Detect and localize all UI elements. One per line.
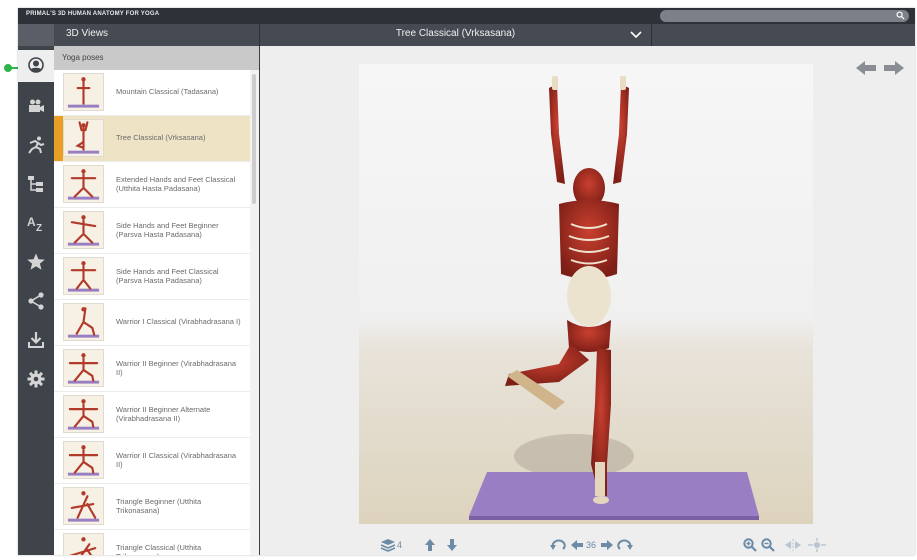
pose-thumbnail xyxy=(63,257,104,295)
yoga-mat-edge xyxy=(469,516,759,520)
pose-label: Warrior II Beginner Alternate (Virabhadr… xyxy=(116,405,211,423)
forward-arrow-icon[interactable] xyxy=(884,61,904,75)
pose-list-item[interactable]: Tree Classical (Vrksasana) xyxy=(54,116,250,162)
pose-list: Mountain Classical (Tadasana) Tree Classi… xyxy=(54,70,250,555)
share-button[interactable] xyxy=(18,285,54,317)
chevron-down-icon[interactable] xyxy=(630,30,642,40)
rotate-forward-arrow-icon[interactable] xyxy=(600,538,614,552)
current-pose-dropdown[interactable]: Tree Classical (Vrksasana) xyxy=(260,28,651,39)
history-arrows xyxy=(856,61,904,75)
view-header-bar: 3D Views Tree Classical (Vrksasana) xyxy=(18,24,915,46)
rotate-right-icon[interactable] xyxy=(617,538,633,552)
rotation-step: 36 xyxy=(586,540,597,550)
hierarchy-button[interactable] xyxy=(18,168,54,200)
svg-text:Z: Z xyxy=(36,223,42,233)
running-figure-icon xyxy=(28,136,45,154)
pose-thumbnail xyxy=(63,165,104,203)
videos-button[interactable] xyxy=(18,90,54,122)
views-label: 3D Views xyxy=(66,28,109,39)
a-z-index-button[interactable]: A Z xyxy=(18,207,54,239)
pose-list-item[interactable]: Mountain Classical (Tadasana) xyxy=(54,70,250,116)
pose-label: Triangle Beginner (Utthita Trikonasana) xyxy=(116,497,202,515)
pose-list-item[interactable]: Extended Hands and Feet Classical (Utthi… xyxy=(54,162,250,208)
pose-list-item[interactable]: Warrior II Beginner (Virabhadrasana II) xyxy=(54,346,250,392)
3d-views-icon xyxy=(28,57,44,73)
title-bar: PRIMAL'S 3D HUMAN ANATOMY FOR YOGA xyxy=(18,8,915,24)
a-z-icon: A Z xyxy=(27,215,42,233)
hierarchy-icon xyxy=(28,176,43,192)
download-icon xyxy=(28,332,44,348)
pose-thumbnail xyxy=(63,487,104,525)
pose-thumbnail xyxy=(63,73,104,111)
pose-thumbnail xyxy=(63,119,104,157)
favorites-button[interactable] xyxy=(18,246,54,278)
layer-up-arrow-icon[interactable] xyxy=(424,538,436,552)
pose-list-item[interactable]: Side Hands and Feet Classical (Parsva Ha… xyxy=(54,254,250,300)
share-icon xyxy=(28,292,44,310)
yoga-poses-panel: Yoga poses Mountain Classical (Tadasana)… xyxy=(54,46,259,555)
pose-list-item[interactable]: Warrior II Beginner Alternate (Virabhadr… xyxy=(54,392,250,438)
anatomy-model xyxy=(469,76,759,520)
rail-header-block xyxy=(18,24,54,46)
pose-label: Warrior I Classical (Virabhadrasana I) xyxy=(116,317,241,327)
pose-list-item[interactable]: Triangle Beginner (Utthita Trikonasana) xyxy=(54,484,250,530)
pose-label: Extended Hands and Feet Classical (Utthi… xyxy=(116,175,236,193)
layer-count: 4 xyxy=(397,540,403,550)
pose-thumbnail xyxy=(63,441,104,479)
scrollbar-thumb[interactable] xyxy=(252,74,256,204)
pose-thumbnail xyxy=(63,533,104,555)
search-input[interactable] xyxy=(660,10,909,22)
pose-label: Side Hands and Feet Classical (Parsva Ha… xyxy=(116,267,219,285)
3d-views-button[interactable] xyxy=(18,50,54,82)
app-title: PRIMAL'S 3D HUMAN ANATOMY FOR YOGA xyxy=(26,11,160,17)
settings-gear-icon xyxy=(27,370,45,388)
rotate-left-icon[interactable] xyxy=(550,538,566,552)
zoom-out-icon[interactable] xyxy=(761,538,775,552)
flip-view-icon[interactable] xyxy=(784,538,802,552)
star-icon xyxy=(27,253,45,270)
pose-label: Triangle Classical (Utthita Trikonasana) xyxy=(116,543,202,555)
pose-list-item[interactable]: Side Hands and Feet Beginner (Parsva Has… xyxy=(54,208,250,254)
video-camera-icon xyxy=(29,99,44,112)
pose-thumbnail xyxy=(63,395,104,433)
svg-text:A: A xyxy=(27,215,36,229)
panel-header: Yoga poses xyxy=(54,46,259,70)
pose-label: Warrior II Beginner (Virabhadrasana II) xyxy=(116,359,237,377)
poses-button[interactable] xyxy=(18,129,54,161)
search-icon[interactable] xyxy=(896,11,905,20)
left-icon-rail: A Z xyxy=(18,46,54,555)
panel-scrollbar[interactable] xyxy=(250,70,259,555)
view-toolbar: 4 36 xyxy=(260,535,915,555)
layers-icon[interactable] xyxy=(380,538,396,552)
pose-label: Tree Classical (Vrksasana) xyxy=(116,133,206,143)
pose-thumbnail xyxy=(63,303,104,341)
pose-label: Mountain Classical (Tadasana) xyxy=(116,87,219,97)
settings-button[interactable] xyxy=(18,363,54,395)
download-button[interactable] xyxy=(18,324,54,356)
pose-list-item[interactable]: Warrior II Classical (Virabhadrasana II) xyxy=(54,438,250,484)
back-arrow-icon[interactable] xyxy=(856,61,876,75)
divider xyxy=(651,24,652,46)
pose-label: Side Hands and Feet Beginner (Parsva Has… xyxy=(116,221,219,239)
zoom-in-icon[interactable] xyxy=(743,538,757,552)
layer-down-arrow-icon[interactable] xyxy=(446,538,458,552)
app-window: PRIMAL'S 3D HUMAN ANATOMY FOR YOGA 3D Vi… xyxy=(18,8,915,555)
pose-thumbnail xyxy=(63,211,104,249)
selection-indicator xyxy=(54,116,63,161)
pose-list-item[interactable]: Warrior I Classical (Virabhadrasana I) xyxy=(54,300,250,346)
3d-model-viewport[interactable] xyxy=(359,64,813,524)
pose-thumbnail xyxy=(63,349,104,387)
yoga-mat xyxy=(469,472,759,516)
main-view-area: 4 36 xyxy=(260,46,915,555)
pose-list-item[interactable]: Triangle Classical (Utthita Trikonasana) xyxy=(54,530,250,555)
rotate-back-arrow-icon[interactable] xyxy=(570,538,584,552)
pose-label: Warrior II Classical (Virabhadrasana II) xyxy=(116,451,237,469)
center-view-icon[interactable] xyxy=(808,538,826,552)
model-shadow xyxy=(514,434,634,478)
